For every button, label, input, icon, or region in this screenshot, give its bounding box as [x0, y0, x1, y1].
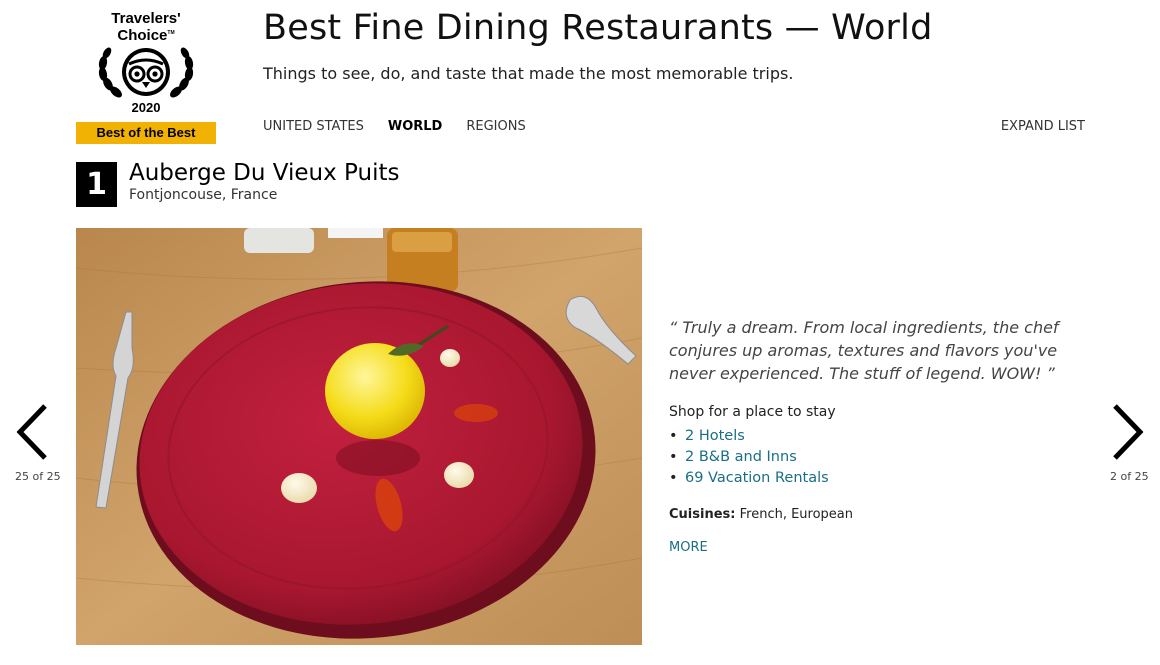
- restaurant-location: Fontjoncouse, France: [129, 187, 278, 203]
- previous-count: 25 of 25: [15, 470, 61, 483]
- more-link[interactable]: MORE: [669, 540, 708, 555]
- badge-label: Best of the Best: [76, 122, 216, 144]
- chevron-left-icon[interactable]: [12, 402, 52, 462]
- badge-year: 2020: [131, 100, 161, 115]
- stay-list: • 2 Hotels • 2 B&B and Inns • 69 Vacation R…: [669, 426, 829, 489]
- restaurant-photo[interactable]: [76, 228, 642, 645]
- shop-label: Shop for a place to stay: [669, 404, 836, 420]
- list-item: • 2 B&B and Inns: [669, 449, 797, 465]
- badge-title-line2: ChoiceTM: [117, 27, 175, 44]
- review-quote: “ Truly a dream. From local ingredients,…: [669, 318, 1059, 383]
- tab-world[interactable]: WORLD: [388, 119, 442, 134]
- list-item: • 69 Vacation Rentals: [669, 470, 829, 486]
- tab-united-states[interactable]: UNITED STATES: [263, 119, 364, 134]
- hotels-link[interactable]: 2 Hotels: [685, 428, 745, 444]
- cuisines-label: Cuisines:: [669, 507, 736, 522]
- rank-badge: 1: [76, 162, 117, 207]
- page-title: Best Fine Dining Restaurants — World: [263, 8, 933, 48]
- chevron-right-icon[interactable]: [1108, 402, 1148, 462]
- page-subtitle: Things to see, do, and taste that made t…: [263, 64, 794, 83]
- expand-list-link[interactable]: EXPAND LIST: [1001, 119, 1085, 134]
- travelers-choice-badge: Travelers' ChoiceTM 2020 Best of the Bes…: [76, 8, 216, 144]
- next-count: 2 of 25: [1110, 470, 1149, 483]
- region-tabs: UNITED STATES WORLD REGIONS: [263, 119, 526, 134]
- owl-laurel-icon: [98, 47, 194, 98]
- tab-regions[interactable]: REGIONS: [466, 119, 525, 134]
- restaurant-name[interactable]: Auberge Du Vieux Puits: [129, 160, 399, 186]
- cuisines-value: French, European: [739, 507, 854, 522]
- list-item: • 2 Hotels: [669, 428, 745, 444]
- badge-title-line1: Travelers': [111, 10, 181, 27]
- cuisines: Cuisines: French, European: [669, 507, 853, 522]
- vacation-rentals-link[interactable]: 69 Vacation Rentals: [685, 470, 829, 486]
- bnb-inns-link[interactable]: 2 B&B and Inns: [685, 449, 797, 465]
